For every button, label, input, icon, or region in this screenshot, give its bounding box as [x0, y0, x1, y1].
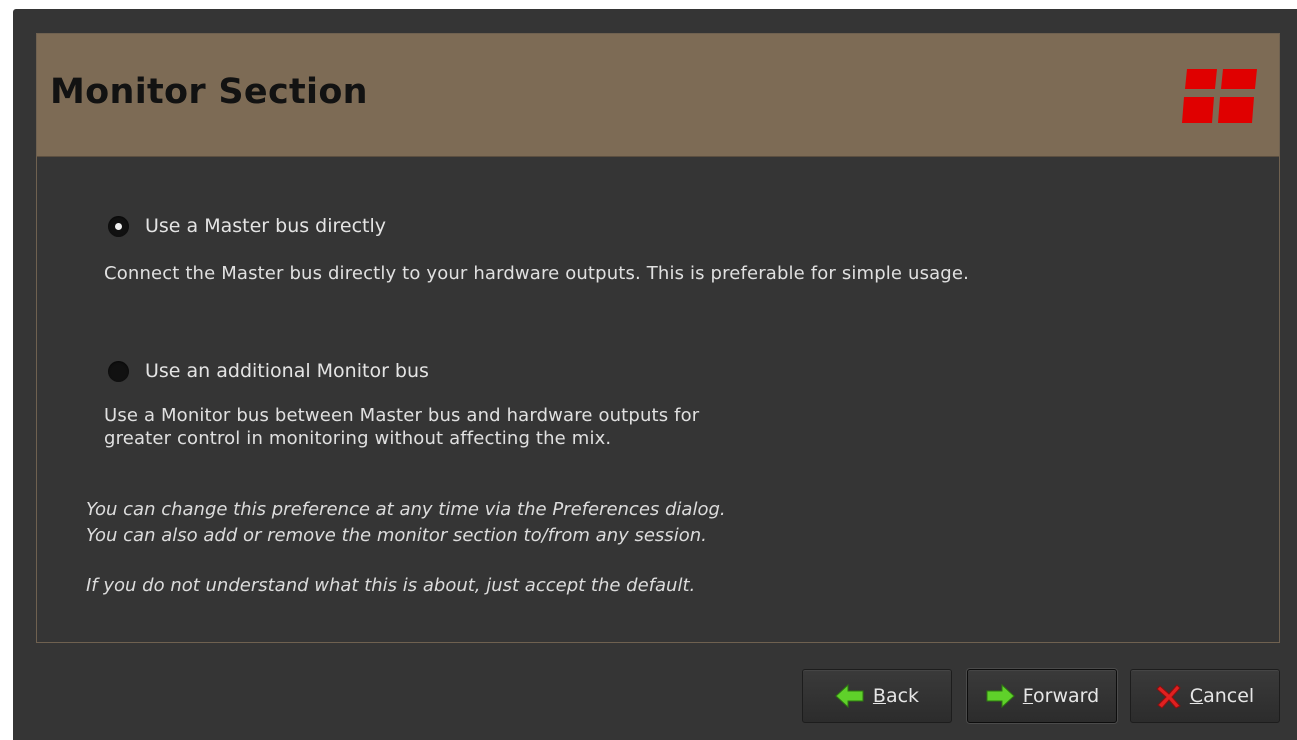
preference-note: You can change this preference at any ti… — [86, 499, 726, 546]
option-monitor-bus[interactable]: Use an additional Monitor bus — [108, 360, 429, 382]
page-header: Monitor Section — [37, 34, 1279, 157]
back-button-label: Back — [872, 685, 920, 707]
option-monitor-bus-description: Use a Monitor bus between Master bus and… — [104, 405, 700, 449]
assistant-window: Monitor Section Use a Master bus directl… — [13, 9, 1297, 740]
option-master-bus[interactable]: Use a Master bus directly — [108, 215, 386, 237]
cancel-button-label: Cancel — [1189, 685, 1255, 707]
back-button[interactable]: Back — [802, 669, 952, 723]
forward-button-label: Forward — [1022, 685, 1100, 707]
forward-button[interactable]: Forward — [967, 669, 1117, 723]
arrow-left-icon — [835, 683, 864, 709]
page-content: Use a Master bus directly Connect the Ma… — [37, 157, 1279, 642]
cancel-x-icon — [1156, 684, 1181, 709]
assistant-page: Monitor Section Use a Master bus directl… — [36, 33, 1280, 643]
page-title: Monitor Section — [50, 72, 368, 112]
default-hint-note: If you do not understand what this is ab… — [86, 575, 696, 596]
cancel-button[interactable]: Cancel — [1130, 669, 1280, 723]
arrow-right-icon — [986, 683, 1015, 709]
radio-monitor-bus[interactable] — [108, 360, 129, 382]
option-master-bus-label: Use a Master bus directly — [145, 215, 387, 237]
radio-master-bus[interactable] — [108, 215, 129, 237]
option-monitor-bus-label: Use an additional Monitor bus — [145, 360, 429, 382]
option-master-bus-description: Connect the Master bus directly to your … — [104, 263, 969, 284]
app-logo-icon — [1182, 69, 1257, 123]
